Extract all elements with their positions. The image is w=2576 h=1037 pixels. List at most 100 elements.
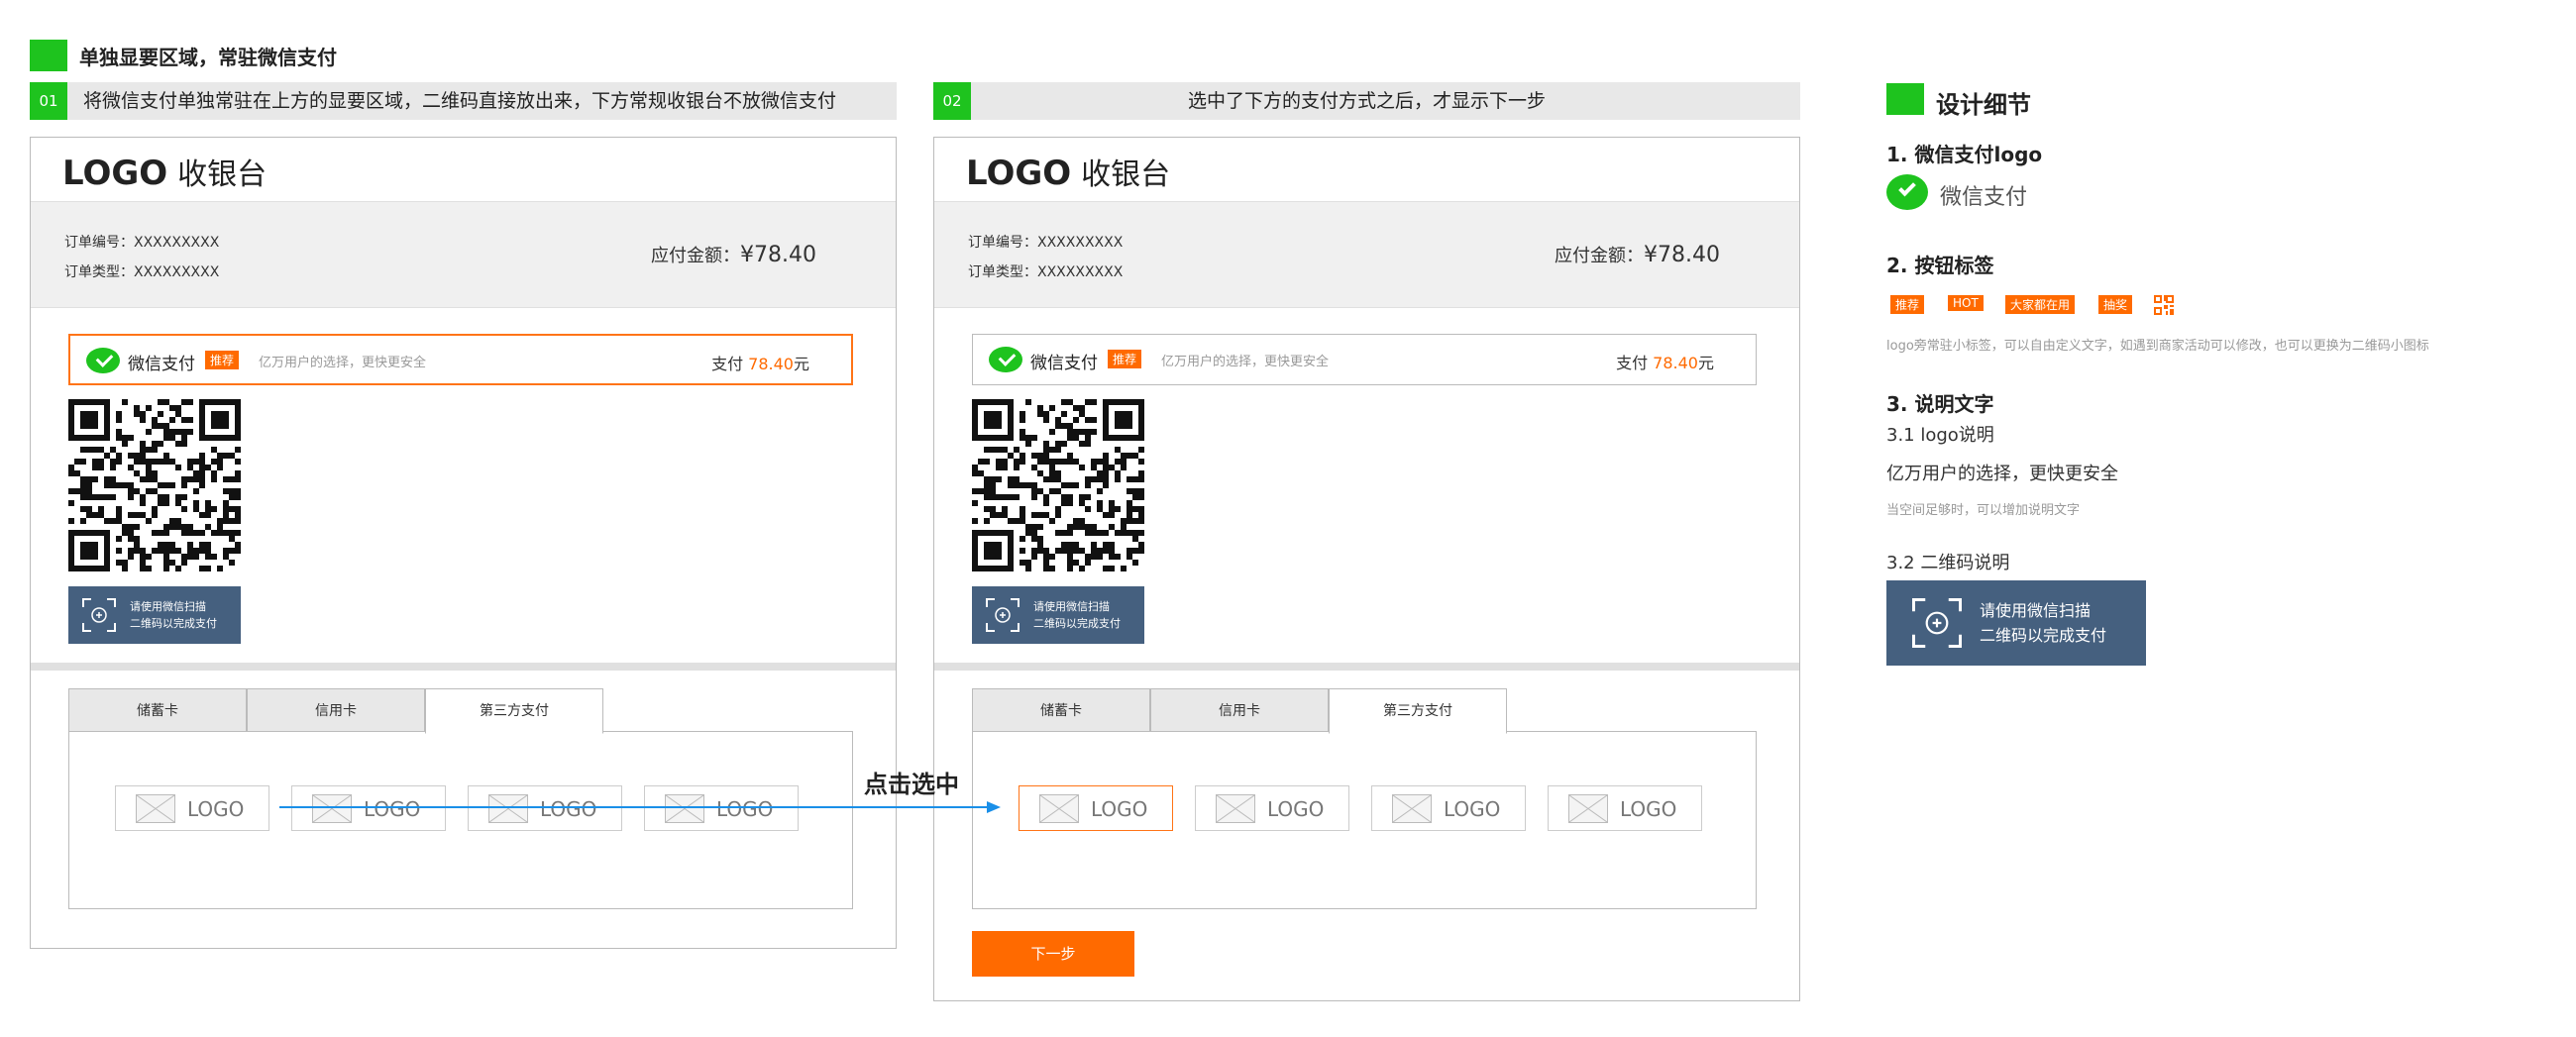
qr-hint-sample: 请使用微信扫描 二维码以完成支付 — [1886, 580, 2146, 666]
page-title: 单独显要区域，常驻微信支付 — [79, 46, 337, 69]
pay-amount: 78.40 — [748, 355, 794, 373]
strip-01-number: 01 — [30, 82, 67, 120]
tag-hot: HOT — [1948, 295, 1984, 311]
payable-amount: 应付金额：¥78.40 — [1555, 242, 1720, 267]
wechat-pay-amount: 支付 78.40元 — [711, 351, 809, 374]
payment-logo-option[interactable]: LOGO — [1195, 785, 1349, 831]
section-divider — [934, 663, 1799, 671]
cashier-title-text: 收银台 — [177, 157, 268, 192]
tab-third-party[interactable]: 第三方支付 — [425, 688, 603, 734]
logo-placeholder-icon — [1216, 794, 1255, 823]
tag-lottery: 抽奖 — [2098, 295, 2133, 314]
payment-logo-label: LOGO — [187, 797, 245, 821]
tab-third-party[interactable]: 第三方支付 — [1329, 688, 1507, 734]
section31-text: 亿万用户的选择，更快更安全 — [1886, 464, 2118, 484]
payment-logo-option-selected[interactable]: LOGO — [1019, 785, 1173, 831]
cashier-title-text: 收银台 — [1081, 157, 1171, 192]
scan-hint-line1: 请使用微信扫描 — [1033, 600, 1110, 613]
wechat-logo-icon — [86, 348, 120, 373]
order-number: 订单编号：XXXXXXXXX — [64, 235, 220, 251]
payment-logo-label: LOGO — [1267, 797, 1325, 821]
pay-suffix: 元 — [1697, 354, 1714, 372]
next-step-button[interactable]: 下一步 — [972, 931, 1134, 977]
logo-placeholder-icon — [1568, 794, 1608, 823]
logo-placeholder-icon — [136, 794, 175, 823]
payment-logo-option[interactable]: LOGO — [1371, 785, 1526, 831]
wechat-pay-name: 微信支付 — [1030, 354, 1098, 373]
section-divider — [31, 663, 896, 671]
qr-code — [972, 399, 1144, 571]
arrow-label: 点击选中 — [864, 771, 959, 798]
qr-hint-text: 请使用微信扫描 二维码以完成支付 — [1980, 598, 2106, 648]
wechat-pay-desc: 亿万用户的选择，更快更安全 — [1161, 355, 1330, 369]
logo-placeholder-icon — [1039, 794, 1079, 823]
tag-popular: 大家都在用 — [2005, 295, 2076, 314]
tag-note: logo旁常驻小标签，可以自由定义文字，如遇到商家活动可以修改，也可以更换为二维… — [1886, 339, 2429, 354]
details-title: 设计细节 — [1936, 91, 2031, 119]
section1-title: 1. 微信支付logo — [1886, 143, 2043, 166]
third-party-panel: LOGO LOGO LOGO LOGO — [68, 731, 853, 909]
tag-recommend: 推荐 — [1890, 295, 1925, 314]
order-info: 订单编号：XXXXXXXXX 订单类型：XXXXXXXXX 应付金额：¥78.4… — [31, 201, 896, 308]
cashier-panel-1: LOGO 收银台 订单编号：XXXXXXXXX 订单类型：XXXXXXXXX 应付… — [30, 137, 897, 949]
details-green-marker — [1886, 83, 1924, 115]
section2-title: 2. 按钮标签 — [1886, 254, 1994, 277]
wechat-pay-name: 微信支付 — [1940, 185, 2028, 210]
pay-suffix: 元 — [793, 355, 809, 373]
wechat-pay-desc: 亿万用户的选择，更快更安全 — [259, 356, 427, 370]
qr-hint-line2: 二维码以完成支付 — [1980, 626, 2107, 645]
scan-frame-icon — [82, 598, 116, 632]
wechat-pay-option[interactable]: 微信支付 推荐 亿万用户的选择，更快更安全 支付 78.40元 — [972, 334, 1757, 385]
scan-hint-text: 请使用微信扫描 二维码以完成支付 — [130, 598, 217, 632]
strip-01: 01 将微信支付单独常驻在上方的显要区域，二维码直接放出来，下方常规收银台不放微… — [30, 82, 897, 120]
amount-label: 应付金额： — [1555, 246, 1645, 266]
wechat-pay-amount: 支付 78.40元 — [1616, 350, 1714, 373]
cashier-logo: LOGO — [62, 154, 168, 193]
tab-credit-card[interactable]: 信用卡 — [1150, 688, 1329, 732]
scan-hint-button: 请使用微信扫描 二维码以完成支付 — [972, 586, 1144, 644]
section32-title: 3.2 二维码说明 — [1886, 553, 2010, 573]
scan-frame-icon — [986, 598, 1020, 632]
logo-placeholder-icon — [1392, 794, 1432, 823]
payment-logo-label: LOGO — [1444, 797, 1501, 821]
scan-frame-icon — [1912, 598, 1962, 648]
amount-value: ¥78.40 — [740, 243, 816, 267]
scan-hint-line1: 请使用微信扫描 — [130, 600, 206, 613]
qr-mini-icon — [2154, 295, 2174, 315]
tab-debit-card[interactable]: 储蓄卡 — [68, 688, 247, 732]
wechat-pay-option[interactable]: 微信支付 推荐 亿万用户的选择，更快更安全 支付 78.40元 — [68, 334, 853, 385]
payment-logo-label: LOGO — [1091, 797, 1148, 821]
cashier-logo: LOGO — [966, 154, 1072, 193]
payment-logo-option[interactable]: LOGO — [115, 785, 269, 831]
strip-01-text: 将微信支付单独常驻在上方的显要区域，二维码直接放出来，下方常规收银台不放微信支付 — [83, 90, 837, 112]
recommend-tag: 推荐 — [205, 351, 240, 369]
section31-note: 当空间足够时，可以增加说明文字 — [1886, 503, 2081, 518]
flow-arrow — [279, 801, 1001, 813]
scan-hint-line2: 二维码以完成支付 — [130, 617, 217, 630]
cashier-title: LOGO 收银台 — [62, 150, 267, 193]
order-info: 订单编号：XXXXXXXXX 订单类型：XXXXXXXXX 应付金额：¥78.4… — [934, 201, 1799, 308]
qr-code — [68, 399, 241, 571]
wechat-logo-icon — [989, 347, 1022, 372]
third-party-panel: LOGO LOGO LOGO LOGO — [972, 731, 1757, 909]
header-green-marker — [30, 40, 67, 71]
payable-amount: 应付金额：¥78.40 — [651, 242, 816, 267]
scan-hint-button: 请使用微信扫描 二维码以完成支付 — [68, 586, 241, 644]
strip-02-text: 选中了下方的支付方式之后，才显示下一步 — [1187, 90, 1546, 112]
wechat-logo-icon — [1886, 174, 1928, 210]
tab-credit-card[interactable]: 信用卡 — [247, 688, 425, 732]
section31-title: 3.1 logo说明 — [1886, 425, 1994, 446]
section3-title: 3. 说明文字 — [1886, 392, 1994, 416]
cashier-title: LOGO 收银台 — [966, 150, 1170, 193]
scan-hint-line2: 二维码以完成支付 — [1033, 617, 1121, 630]
cashier-panel-2: LOGO 收银台 订单编号：XXXXXXXXX 订单类型：XXXXXXXXX 应付… — [933, 137, 1800, 1001]
scan-hint-text: 请使用微信扫描 二维码以完成支付 — [1033, 598, 1121, 632]
tab-debit-card[interactable]: 储蓄卡 — [972, 688, 1150, 732]
order-type: 订单类型：XXXXXXXXX — [968, 264, 1124, 280]
payment-logo-option[interactable]: LOGO — [1548, 785, 1702, 831]
strip-02: 02 选中了下方的支付方式之后，才显示下一步 — [933, 82, 1800, 120]
order-number: 订单编号：XXXXXXXXX — [968, 235, 1124, 251]
recommend-tag: 推荐 — [1108, 350, 1142, 368]
wechat-pay-name: 微信支付 — [128, 355, 195, 374]
payment-logo-label: LOGO — [1620, 797, 1677, 821]
